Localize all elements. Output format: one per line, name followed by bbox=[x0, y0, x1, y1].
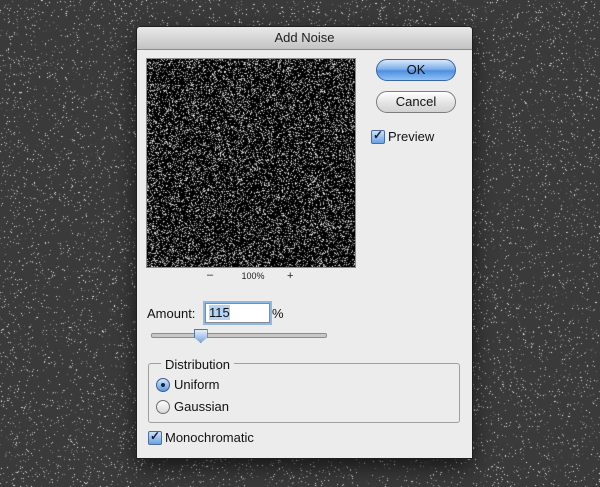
gaussian-radio[interactable] bbox=[156, 400, 170, 414]
distribution-title: Distribution bbox=[161, 357, 235, 372]
preview-noise-canvas bbox=[147, 59, 355, 267]
cancel-button[interactable]: Cancel bbox=[376, 91, 456, 113]
preview-label: Preview bbox=[388, 129, 435, 144]
uniform-label: Uniform bbox=[174, 377, 220, 392]
preview-image[interactable] bbox=[146, 58, 356, 268]
percent-unit: % bbox=[272, 306, 284, 321]
checkmark-icon: ✓ bbox=[372, 128, 384, 142]
checkmark-icon: ✓ bbox=[149, 429, 161, 443]
gaussian-label: Gaussian bbox=[174, 399, 229, 414]
zoom-level: 100% bbox=[241, 271, 265, 281]
distribution-group bbox=[148, 363, 460, 423]
amount-label: Amount: bbox=[147, 306, 196, 321]
dialog-title: Add Noise bbox=[137, 27, 472, 50]
zoom-in-button[interactable]: + bbox=[287, 270, 293, 282]
zoom-out-button[interactable]: – bbox=[207, 269, 213, 281]
monochromatic-label: Monochromatic bbox=[165, 430, 254, 445]
add-noise-dialog: Add Noise – 100% + OK Cancel ✓ Preview A… bbox=[137, 27, 472, 458]
amount-value: 115 bbox=[209, 305, 230, 320]
ok-button[interactable]: OK bbox=[376, 59, 456, 81]
amount-slider[interactable] bbox=[151, 333, 327, 338]
uniform-radio[interactable] bbox=[156, 378, 170, 392]
preview-checkbox[interactable]: ✓ bbox=[371, 128, 385, 144]
amount-input[interactable]: 115 bbox=[205, 303, 270, 323]
radio-selected-dot bbox=[161, 383, 165, 387]
monochromatic-checkbox[interactable]: ✓ bbox=[148, 429, 162, 445]
amount-slider-thumb[interactable] bbox=[193, 329, 208, 343]
